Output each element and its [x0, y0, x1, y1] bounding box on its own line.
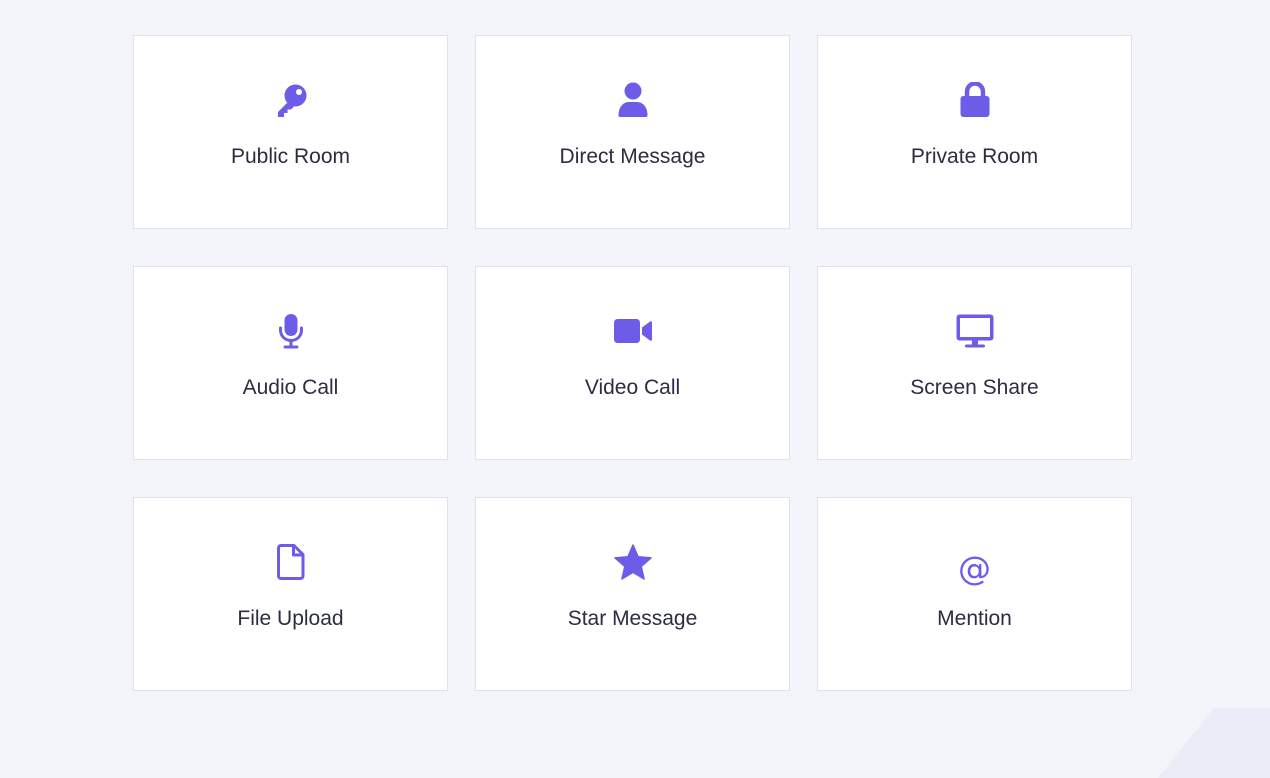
user-icon — [613, 80, 653, 120]
star-icon — [613, 542, 653, 582]
feature-card-video-call[interactable]: Video Call — [475, 266, 790, 460]
feature-card-direct-message[interactable]: Direct Message — [475, 35, 790, 229]
feature-card-file-upload[interactable]: File Upload — [133, 497, 448, 691]
feature-label: Mention — [937, 607, 1012, 630]
feature-label: Video Call — [584, 376, 681, 399]
feature-label: File Upload — [237, 607, 344, 630]
features-grid: Public Room Direct Message Private Room — [133, 35, 1132, 691]
monitor-icon — [955, 311, 995, 351]
feature-card-public-room[interactable]: Public Room — [133, 35, 448, 229]
feature-card-mention[interactable]: @ Mention — [817, 497, 1132, 691]
at-sign-icon: @ — [955, 542, 995, 588]
feature-card-private-room[interactable]: Private Room — [817, 35, 1132, 229]
feature-label: Screen Share — [910, 376, 1039, 399]
key-icon — [271, 80, 311, 120]
microphone-icon — [271, 311, 311, 351]
video-camera-icon — [613, 311, 653, 351]
at-sign-glyph: @ — [958, 549, 991, 588]
feature-label: Private Room — [910, 145, 1039, 168]
feature-label: Direct Message — [559, 145, 706, 168]
feature-label: Public Room — [230, 145, 351, 168]
feature-card-screen-share[interactable]: Screen Share — [817, 266, 1132, 460]
feature-label: Star Message — [567, 607, 698, 630]
feature-card-star-message[interactable]: Star Message — [475, 497, 790, 691]
lock-icon — [955, 80, 995, 120]
file-icon — [271, 542, 311, 582]
decorative-corner-shape — [1158, 708, 1270, 778]
feature-card-audio-call[interactable]: Audio Call — [133, 266, 448, 460]
feature-label: Audio Call — [242, 376, 339, 399]
